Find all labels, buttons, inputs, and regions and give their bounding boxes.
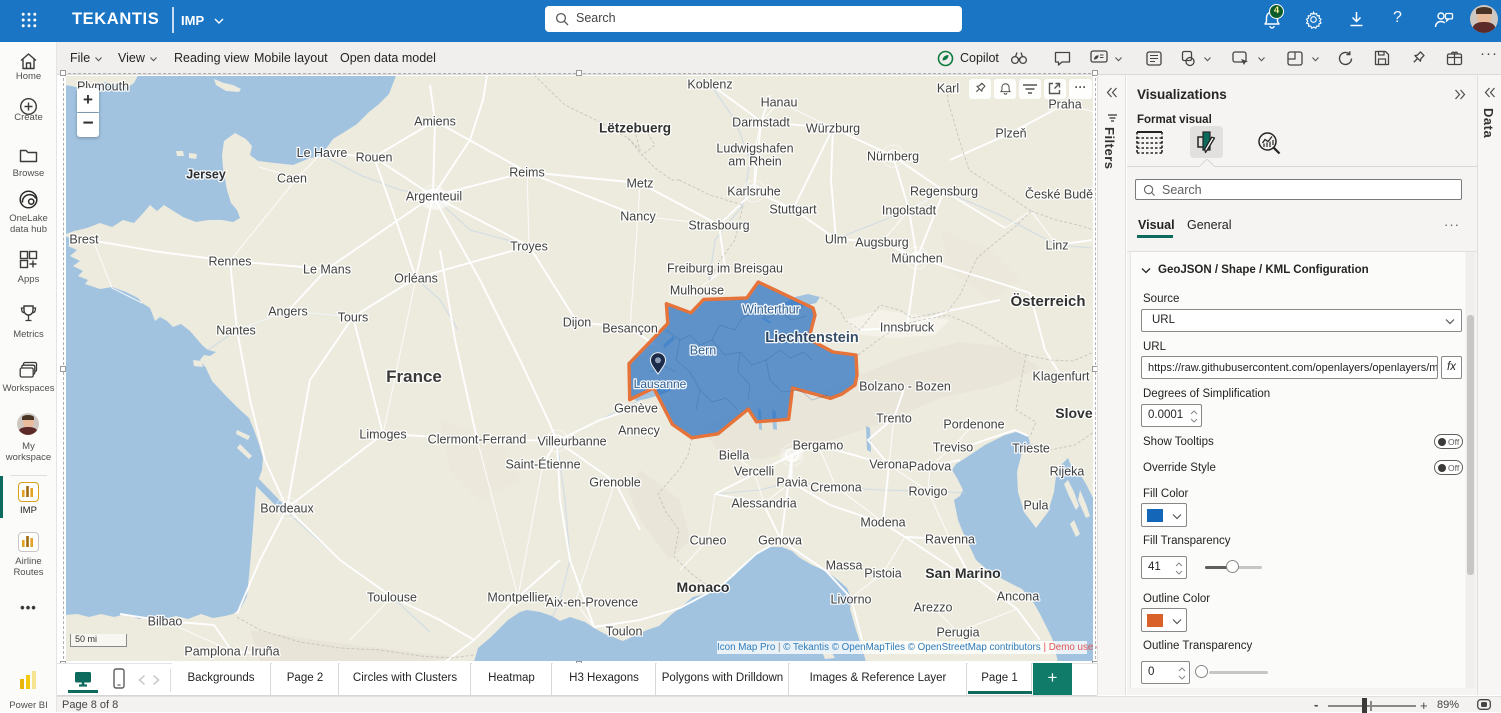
svg-text:Freiburg im Breisgau: Freiburg im Breisgau [667, 261, 783, 275]
svg-text:Verona: Verona [869, 457, 909, 471]
svg-text:Ingolstadt: Ingolstadt [882, 203, 937, 217]
svg-text:Rennes: Rennes [208, 254, 251, 268]
svg-text:Metz: Metz [626, 176, 653, 190]
svg-text:Augsburg: Augsburg [855, 235, 909, 249]
svg-text:Cuneo: Cuneo [690, 533, 727, 547]
svg-text:Linz: Linz [1046, 238, 1069, 252]
svg-text:Hanau: Hanau [761, 95, 798, 109]
svg-text:Caen: Caen [277, 171, 307, 185]
svg-text:Genova: Genova [758, 533, 802, 547]
svg-text:Karlsruhe: Karlsruhe [727, 184, 781, 198]
svg-text:Reims: Reims [509, 165, 544, 179]
svg-text:Mulhouse: Mulhouse [670, 283, 724, 297]
svg-text:Rijeka: Rijeka [1050, 464, 1085, 478]
svg-text:Pavia: Pavia [776, 475, 807, 489]
svg-text:Pamplona / Iruña: Pamplona / Iruña [184, 644, 279, 658]
svg-text:Alessandria: Alessandria [731, 496, 796, 510]
svg-text:Aix-en-Provence: Aix-en-Provence [546, 595, 638, 609]
svg-text:Vercelli: Vercelli [734, 464, 774, 478]
svg-text:Arezzo: Arezzo [914, 600, 953, 614]
svg-text:Cremona: Cremona [810, 480, 861, 494]
svg-text:Pistoia: Pistoia [864, 566, 902, 580]
svg-text:Monaco: Monaco [677, 579, 730, 595]
svg-text:Darmstadt: Darmstadt [732, 115, 790, 129]
svg-text:Strasbourg: Strasbourg [688, 218, 749, 232]
svg-text:Clermont-Ferrand: Clermont-Ferrand [428, 432, 527, 446]
svg-text:Livorno: Livorno [831, 592, 872, 606]
svg-text:Besançon: Besançon [602, 321, 658, 335]
svg-text:Ravenna: Ravenna [925, 532, 975, 546]
svg-text:Biella: Biella [719, 448, 750, 462]
svg-text:Trieste: Trieste [1012, 441, 1050, 455]
svg-text:Lausanne: Lausanne [634, 377, 687, 391]
svg-text:Plzeň: Plzeň [995, 126, 1026, 140]
svg-text:Lëtzebuerg: Lëtzebuerg [599, 121, 671, 136]
svg-text:Ulm: Ulm [825, 232, 847, 246]
svg-text:Genève: Genève [614, 401, 658, 415]
svg-text:Nantes: Nantes [216, 323, 256, 337]
svg-text:München: München [891, 251, 942, 265]
svg-text:Bern: Bern [690, 343, 716, 357]
svg-text:Argenteuil: Argenteuil [406, 189, 462, 203]
svg-text:Angers: Angers [268, 304, 308, 318]
svg-text:Bergamo: Bergamo [793, 438, 844, 452]
svg-text:Pordenone: Pordenone [943, 417, 1004, 431]
svg-text:Ludwigshafen: Ludwigshafen [716, 141, 793, 155]
svg-text:Winterthur: Winterthur [742, 302, 800, 316]
svg-text:Stuttgart: Stuttgart [769, 202, 817, 216]
svg-text:Orléans: Orléans [394, 271, 438, 285]
svg-text:Brest: Brest [69, 232, 99, 246]
svg-text:Liechtenstein: Liechtenstein [765, 330, 858, 346]
svg-text:Karl: Karl [937, 81, 959, 95]
svg-text:Grenoble: Grenoble [589, 475, 640, 489]
svg-text:Toulouse: Toulouse [367, 590, 417, 604]
svg-text:Tours: Tours [338, 310, 369, 324]
svg-text:Pula: Pula [1023, 498, 1048, 512]
svg-text:Le Havre: Le Havre [297, 146, 348, 160]
svg-text:Bordeaux: Bordeaux [260, 501, 314, 515]
svg-text:Slovenija: Slovenija [1055, 405, 1093, 421]
svg-text:Rovigo: Rovigo [909, 484, 948, 498]
svg-text:Annecy: Annecy [618, 423, 660, 437]
svg-text:Perugia: Perugia [936, 625, 979, 639]
svg-text:Regensburg: Regensburg [910, 184, 978, 198]
svg-text:am Rhein: am Rhein [728, 154, 782, 168]
svg-text:Ancona: Ancona [997, 589, 1039, 603]
svg-text:Nürnberg: Nürnberg [867, 149, 919, 163]
svg-text:Montpellier: Montpellier [487, 590, 548, 604]
svg-text:Massa: Massa [826, 558, 863, 572]
svg-text:Amiens: Amiens [414, 114, 456, 128]
svg-text:San Marino: San Marino [925, 565, 1000, 581]
svg-text:Modena: Modena [860, 515, 905, 529]
svg-text:Nancy: Nancy [620, 209, 656, 223]
svg-text:Klagenfurt: Klagenfurt [1033, 369, 1091, 383]
svg-text:Toulon: Toulon [606, 624, 643, 638]
svg-text:Le Mans: Le Mans [303, 262, 351, 276]
svg-text:Bilbao: Bilbao [148, 614, 183, 628]
svg-text:Troyes: Troyes [510, 239, 548, 253]
svg-text:Österreich: Österreich [1010, 293, 1085, 310]
svg-text:France: France [386, 367, 442, 386]
svg-text:Bolzano - Bozen: Bolzano - Bozen [859, 379, 951, 393]
svg-text:Limoges: Limoges [359, 427, 406, 441]
svg-text:Dijon: Dijon [563, 315, 592, 329]
svg-text:České Budějovice: České Budějovice [1025, 186, 1093, 201]
svg-text:Padova: Padova [909, 459, 951, 473]
svg-text:Jersey: Jersey [186, 167, 226, 181]
svg-text:Villeurbanne: Villeurbanne [537, 434, 606, 448]
svg-text:Rouen: Rouen [356, 150, 393, 164]
svg-text:Koblenz: Koblenz [687, 77, 732, 91]
svg-text:Innsbruck: Innsbruck [880, 320, 935, 334]
svg-text:Würzburg: Würzburg [806, 121, 860, 135]
svg-text:Praha: Praha [1048, 97, 1081, 111]
svg-text:Saint-Étienne: Saint-Étienne [505, 456, 580, 471]
svg-text:Treviso: Treviso [933, 440, 974, 454]
svg-text:Trento: Trento [876, 411, 912, 425]
